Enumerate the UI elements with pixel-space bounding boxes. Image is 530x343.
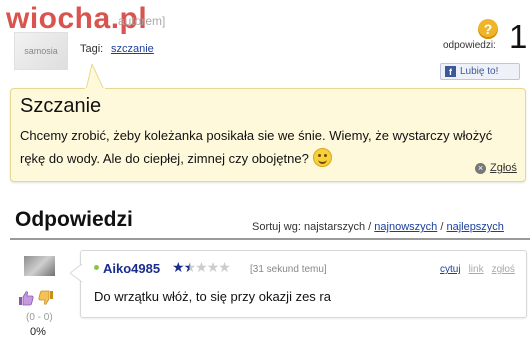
user-rating-stars: ★★★★★ [172,259,231,276]
report-answer-link[interactable]: zgłoś [492,264,515,275]
quote-link[interactable]: cytuj [440,264,461,275]
rating-star-icon: ★ [206,259,220,275]
like-label: Lubię to! [460,66,499,77]
grin-smiley-icon [312,148,332,167]
section-divider [10,238,530,240]
report-question-button[interactable]: × Zgłoś [475,162,517,174]
answer-actions: cytuj link zgłoś [440,264,515,275]
question-title: Szczanie [20,95,102,117]
facebook-like-button[interactable]: f Lubię to! [440,63,520,80]
question-body: Chcemy zrobić, żeby koleżanka posikała s… [20,124,520,170]
answer-author-name[interactable]: Aiko4985 [103,261,160,276]
report-label: Zgłoś [490,162,517,174]
question-text: Chcemy zrobić, żeby koleżanka posikała s… [20,128,493,166]
sort-best-link[interactable]: najlepszych [446,221,503,233]
thumb-down-icon[interactable] [38,290,54,306]
online-status-icon [94,265,99,270]
permalink-link[interactable]: link [469,264,484,275]
sort-label: Sortuj wg: [252,221,301,233]
sort-options: Sortuj wg: najstarszych / najnowszych / … [252,221,504,233]
tag-link[interactable]: szczanie [111,43,154,55]
sort-oldest[interactable]: najstarszych [304,221,365,233]
answers-count-label: odpowiedzi: [443,40,496,51]
avatar-text: samosia [24,46,58,56]
facebook-icon: f [445,66,456,77]
answers-count: 1 [509,18,528,55]
thumb-up-icon[interactable] [18,290,34,306]
tags-label: Tagi: [80,43,104,55]
speech-bubble-pointer [85,64,105,90]
answer-text: Do wrzątku włóż, to się przy okazji zes … [94,289,331,304]
answer-author-avatar[interactable] [24,256,55,276]
close-circle-icon: × [475,162,486,174]
rating-star-icon: ★ [218,259,231,275]
answer-timestamp: [31 sekund temu] [250,264,327,275]
rating-star-icon: ★ [172,259,185,275]
question-mark-icon: ? [478,19,498,39]
answers-heading: Odpowiedzi [15,208,133,231]
sort-separator: / [365,221,375,233]
author-partial-text: autorem] [118,14,166,28]
vote-tally: (0 - 0) [26,312,53,323]
answer-bubble-pointer [70,264,82,282]
rating-star-icon: ★ [195,259,208,275]
vote-percent: 0% [30,326,46,338]
sort-newest-link[interactable]: najnowszych [374,221,437,233]
rating-star-icon: ★ [183,259,197,275]
question-author-avatar[interactable]: samosia [14,32,68,70]
